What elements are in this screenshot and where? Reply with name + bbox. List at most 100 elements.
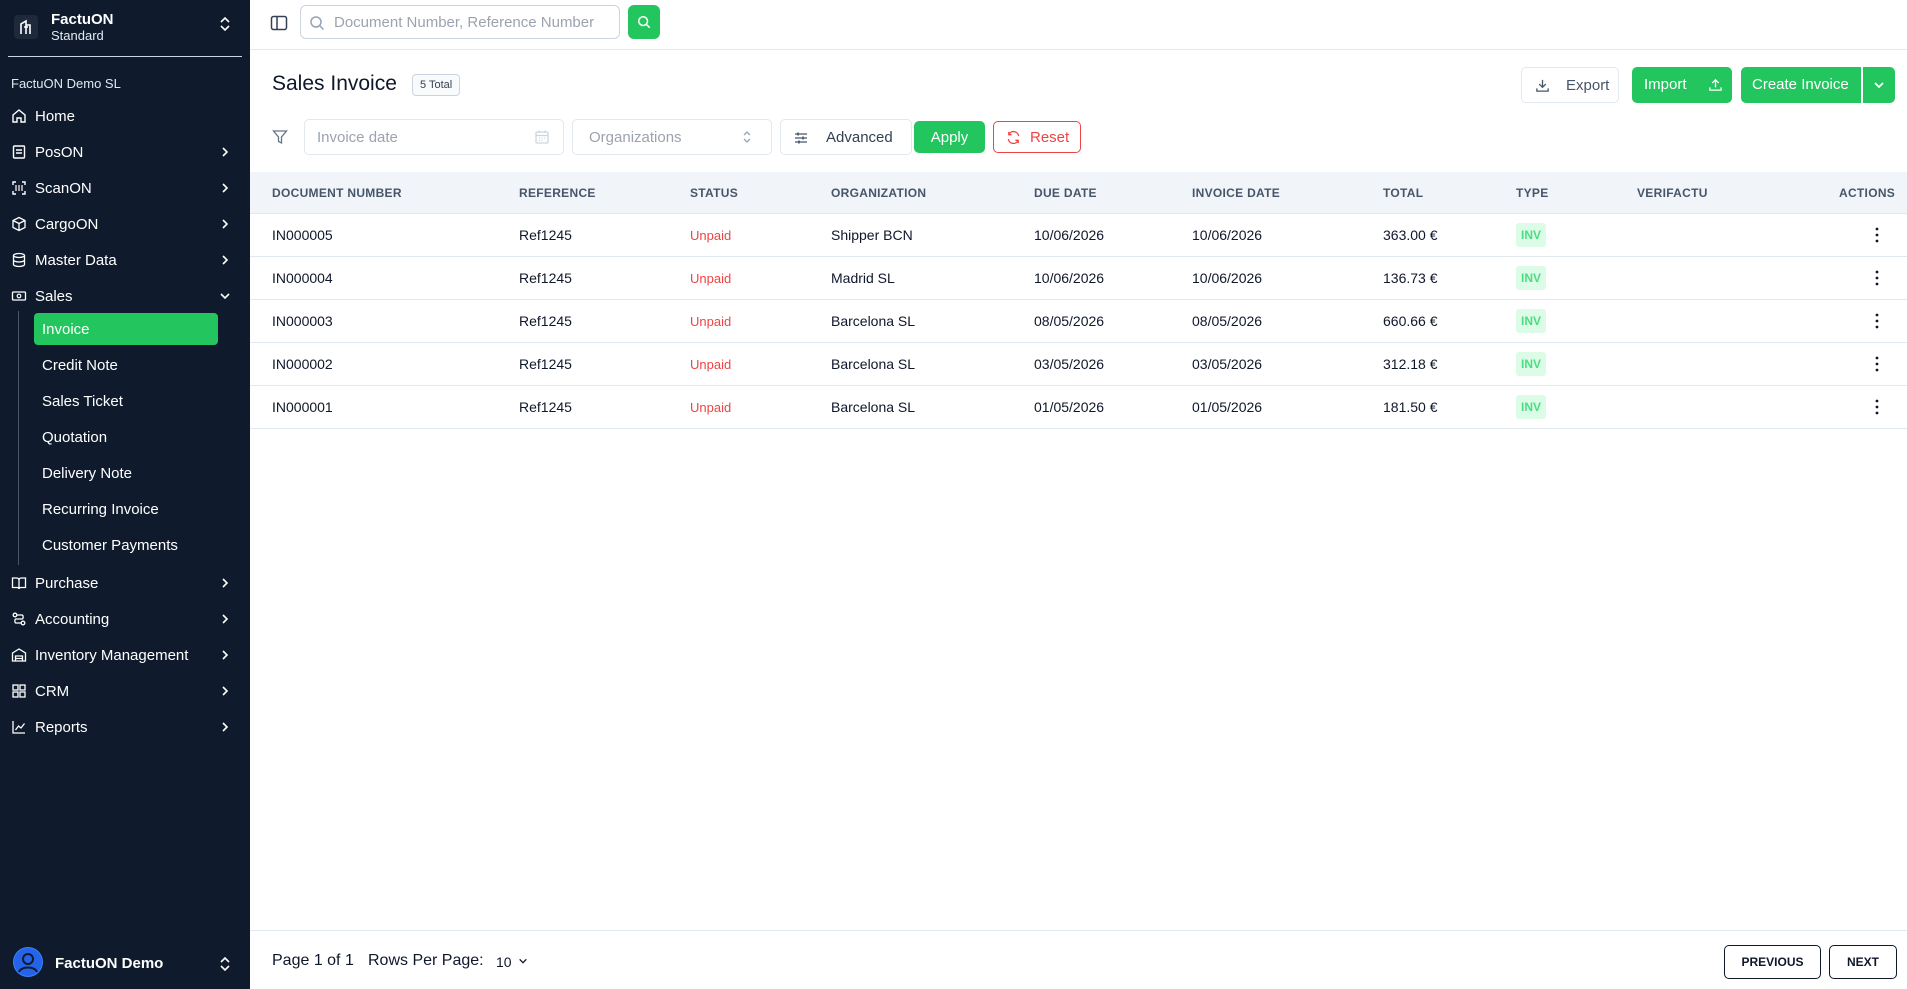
cell-reference: Ref1245 bbox=[519, 399, 572, 415]
import-button[interactable]: Import bbox=[1632, 67, 1732, 103]
sidebar-item-delivery-note[interactable]: Delivery Note bbox=[34, 457, 218, 489]
cell-reference: Ref1245 bbox=[519, 313, 572, 329]
column-header[interactable]: ORGANIZATION bbox=[831, 186, 926, 200]
export-button[interactable]: Export bbox=[1521, 67, 1619, 103]
reset-button[interactable]: Reset bbox=[993, 121, 1081, 153]
sidebar-item-label: ScanON bbox=[35, 179, 92, 197]
more-vertical-icon[interactable] bbox=[1869, 269, 1885, 287]
chevron-right-icon bbox=[222, 722, 229, 732]
search-input[interactable] bbox=[334, 6, 614, 38]
sidebar-item-sales-ticket[interactable]: Sales Ticket bbox=[34, 385, 218, 417]
user-switcher[interactable]: FactuON Demo bbox=[0, 944, 250, 984]
chevron-right-icon bbox=[222, 614, 229, 624]
sidebar: FactuON Standard FactuON Demo SL Home Po… bbox=[0, 0, 250, 989]
column-header[interactable]: DUE DATE bbox=[1034, 186, 1097, 200]
column-header[interactable]: STATUS bbox=[690, 186, 738, 200]
grid-icon bbox=[12, 684, 26, 698]
sidebar-item-sales[interactable]: Sales bbox=[0, 279, 250, 313]
sidebar-item-recurring-invoice[interactable]: Recurring Invoice bbox=[34, 493, 218, 525]
cell-document-number[interactable]: IN000004 bbox=[272, 270, 333, 286]
cell-document-number[interactable]: IN000003 bbox=[272, 313, 333, 329]
sidebar-item-invoice[interactable]: Invoice bbox=[34, 313, 218, 345]
sidebar-item-inventory-management[interactable]: Inventory Management bbox=[0, 638, 250, 672]
submenu-line bbox=[18, 311, 19, 565]
cell-document-number[interactable]: IN000002 bbox=[272, 356, 333, 372]
top-bar bbox=[250, 0, 1907, 50]
sidebar-item-customer-payments[interactable]: Customer Payments bbox=[34, 529, 218, 561]
chevron-right-icon bbox=[222, 686, 229, 696]
sidebar-item-home[interactable]: Home bbox=[0, 99, 250, 133]
table-row[interactable]: IN000002 Ref1245 Unpaid Barcelona SL 03/… bbox=[250, 343, 1907, 386]
table-row[interactable]: IN000003 Ref1245 Unpaid Barcelona SL 08/… bbox=[250, 300, 1907, 343]
table-row[interactable]: IN000004 Ref1245 Unpaid Madrid SL 10/06/… bbox=[250, 257, 1907, 300]
apply-button[interactable]: Apply bbox=[914, 121, 985, 153]
route-icon bbox=[12, 612, 26, 626]
sidebar-item-accounting[interactable]: Accounting bbox=[0, 602, 250, 636]
status-badge: Unpaid bbox=[690, 228, 732, 243]
column-header[interactable]: TYPE bbox=[1516, 186, 1549, 200]
create-invoice-button[interactable]: Create Invoice bbox=[1741, 67, 1861, 103]
organizations-select[interactable]: Organizations bbox=[572, 119, 772, 155]
advanced-label: Advanced bbox=[826, 129, 893, 146]
pagination-bar: Page 1 of 1 Rows Per Page: 10 PREVIOUS N… bbox=[250, 930, 1907, 989]
filter-icon bbox=[272, 130, 288, 145]
sidebar-item-credit-note[interactable]: Credit Note bbox=[34, 349, 218, 381]
sidebar-item-reports[interactable]: Reports bbox=[0, 710, 250, 744]
sidebar-item-label: Purchase bbox=[35, 574, 99, 592]
sidebar-item-poson[interactable]: PosON bbox=[0, 135, 250, 169]
cell-document-number[interactable]: IN000005 bbox=[272, 227, 333, 243]
search-icon bbox=[310, 16, 325, 31]
cell-organization: Barcelona SL bbox=[831, 313, 916, 329]
column-header[interactable]: TOTAL bbox=[1383, 186, 1423, 200]
cell-reference: Ref1245 bbox=[519, 270, 572, 286]
type-badge: INV bbox=[1516, 266, 1547, 290]
panel-left-icon[interactable] bbox=[270, 14, 288, 32]
divider bbox=[8, 56, 242, 57]
sidebar-item-purchase[interactable]: Purchase bbox=[0, 566, 250, 600]
warehouse-icon bbox=[11, 648, 27, 662]
cell-document-number[interactable]: IN000001 bbox=[272, 399, 333, 415]
sidebar-item-crm[interactable]: CRM bbox=[0, 674, 250, 708]
create-invoice-dropdown[interactable] bbox=[1863, 67, 1895, 103]
table-row[interactable]: IN000001 Ref1245 Unpaid Barcelona SL 01/… bbox=[250, 386, 1907, 429]
rows-per-page-select[interactable]: 10 bbox=[494, 951, 532, 973]
more-vertical-icon[interactable] bbox=[1869, 312, 1885, 330]
sidebar-item-master-data[interactable]: Master Data bbox=[0, 243, 250, 277]
sidebar-item-label: Accounting bbox=[35, 610, 110, 628]
sidebar-item-cargoon[interactable]: CargoON bbox=[0, 207, 250, 241]
cell-invoice-date: 03/05/2026 bbox=[1192, 356, 1263, 372]
status-badge: Unpaid bbox=[690, 400, 732, 415]
cell-total: 136.73 € bbox=[1383, 270, 1438, 286]
cell-due-date: 10/06/2026 bbox=[1034, 270, 1105, 286]
sidebar-item-quotation[interactable]: Quotation bbox=[34, 421, 218, 453]
more-vertical-icon[interactable] bbox=[1869, 355, 1885, 373]
column-header[interactable]: VERIFACTU bbox=[1637, 186, 1708, 200]
column-header[interactable]: INVOICE DATE bbox=[1192, 186, 1280, 200]
advanced-filter-button[interactable]: Advanced bbox=[780, 119, 912, 155]
cell-organization: Barcelona SL bbox=[831, 399, 916, 415]
cell-invoice-date: 10/06/2026 bbox=[1192, 270, 1263, 286]
package-icon bbox=[12, 216, 26, 232]
brand-switcher[interactable]: FactuON Standard bbox=[0, 0, 250, 57]
brand-name: FactuON bbox=[51, 11, 114, 28]
more-vertical-icon[interactable] bbox=[1869, 398, 1885, 416]
invoice-date-field[interactable]: Invoice date bbox=[304, 119, 564, 155]
previous-button[interactable]: PREVIOUS bbox=[1724, 945, 1821, 979]
sidebar-item-scanon[interactable]: ScanON bbox=[0, 171, 250, 205]
column-header[interactable]: REFERENCE bbox=[519, 186, 596, 200]
table-row[interactable]: IN000005 Ref1245 Unpaid Shipper BCN 10/0… bbox=[250, 214, 1907, 257]
status-badge: Unpaid bbox=[690, 314, 732, 329]
status-badge: Unpaid bbox=[690, 357, 732, 372]
reset-label: Reset bbox=[1030, 129, 1070, 146]
chevron-right-icon bbox=[222, 578, 229, 588]
status-badge: Unpaid bbox=[690, 271, 732, 286]
column-header[interactable]: DOCUMENT NUMBER bbox=[272, 186, 402, 200]
sidebar-item-label: Home bbox=[35, 107, 76, 125]
chevron-right-icon bbox=[222, 219, 229, 229]
search-button[interactable] bbox=[628, 5, 660, 39]
sidebar-item-label: Reports bbox=[35, 718, 88, 736]
search-icon bbox=[637, 15, 651, 29]
more-vertical-icon[interactable] bbox=[1869, 226, 1885, 244]
cell-total: 363.00 € bbox=[1383, 227, 1438, 243]
next-button[interactable]: NEXT bbox=[1829, 945, 1897, 979]
